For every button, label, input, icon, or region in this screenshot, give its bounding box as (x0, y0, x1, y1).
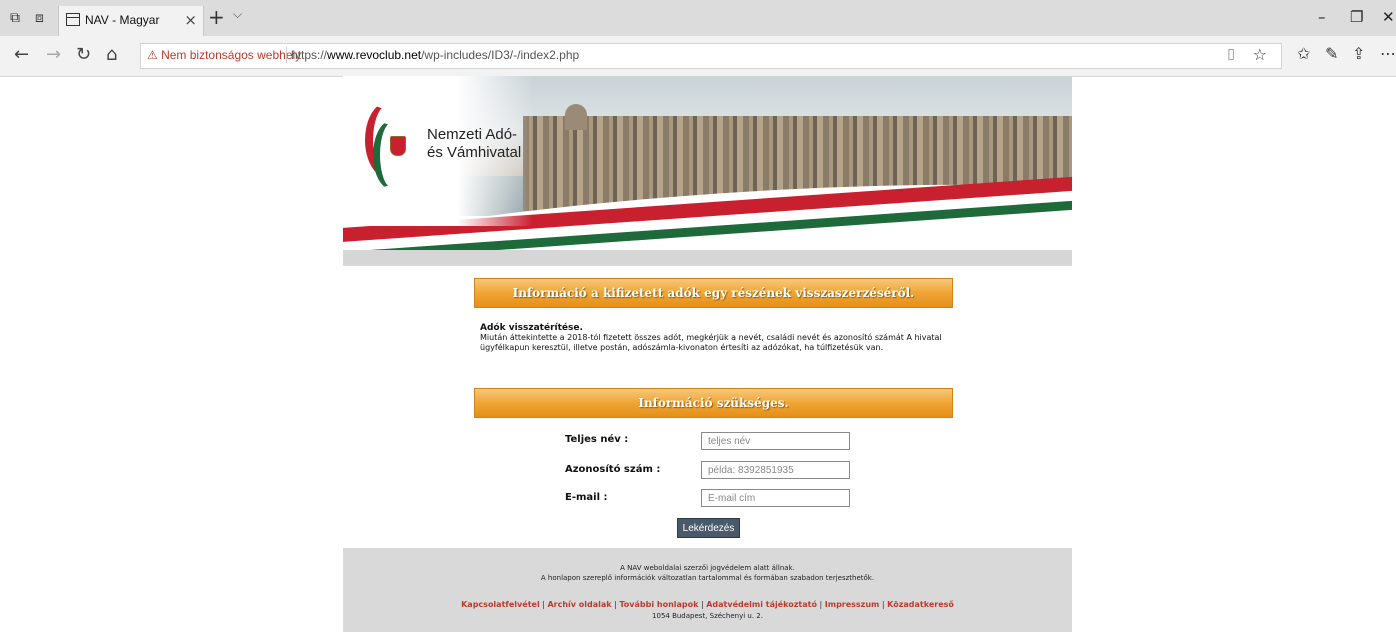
footer-link-privacy[interactable]: Adatvédelmi tájékoztató (706, 600, 817, 609)
page-icon (66, 13, 80, 26)
email-input[interactable] (701, 489, 850, 507)
parliament-dome (565, 104, 587, 130)
restore-icon[interactable]: ❐ (1350, 8, 1363, 26)
query-submit-button[interactable]: Lekérdezés (677, 518, 740, 538)
distribution-notice: A honlapon szereplő információk változat… (540, 574, 875, 582)
footer-link-contact[interactable]: Kapcsolatfelvétel (461, 600, 540, 609)
home-icon[interactable]: ⌂ (106, 45, 117, 65)
new-tab-button[interactable]: + (208, 5, 225, 29)
info-block: Adók visszatérítése. Miután áttekintette… (480, 323, 950, 353)
share-icon[interactable]: ⇪ (1352, 44, 1365, 63)
footer-links: Kapcsolatfelvétel | Archív oldalak | Tov… (461, 600, 954, 609)
security-warning[interactable]: ⚠ Nem biztonságos webhely (147, 48, 301, 62)
footer-link-public-data[interactable]: Közadatkereső (887, 600, 954, 609)
section-banner-required: Információ szükséges. (474, 388, 953, 418)
favorites-hub-icon[interactable]: ✩ (1297, 44, 1310, 63)
refresh-icon[interactable]: ↻ (76, 45, 91, 65)
tab-menu-chevron-icon[interactable]: ⌵ (233, 7, 242, 22)
coat-of-arms-icon (390, 136, 406, 156)
tab-bar: ⧉ ⧈ NAV - Magyar × + ⌵ – ❐ ✕ (0, 0, 1396, 36)
footer-link-imprint[interactable]: Impresszum (825, 600, 880, 609)
back-icon[interactable]: ← (14, 45, 29, 65)
agency-name: Nemzeti Adó- és Vámhivatal (427, 126, 522, 161)
full-name-input[interactable] (701, 432, 850, 450)
browser-tab[interactable]: NAV - Magyar × (58, 6, 204, 36)
tab-title: NAV - Magyar (85, 13, 160, 27)
pen-icon[interactable]: ✎ (1325, 44, 1338, 63)
section-banner-refund: Információ a kifizetett adók egy részéne… (474, 278, 953, 308)
info-heading: Adók visszatérítése. (480, 323, 583, 333)
address-bar: ← → ↻ ⌂ ⚠ Nem biztonságos webhely https:… (0, 36, 1396, 77)
full-name-label: Teljes név : (565, 434, 629, 445)
close-tab-icon[interactable]: × (184, 11, 197, 29)
url-field[interactable]: ⚠ Nem biztonságos webhely https://www.re… (140, 43, 1282, 69)
url-divider (286, 47, 287, 63)
footer-link-more-sites[interactable]: További honlapok (619, 600, 698, 609)
set-aside-tabs-icon[interactable]: ⧈ (35, 10, 44, 26)
window-close-icon[interactable]: ✕ (1382, 8, 1395, 26)
footer-address: 1054 Budapest, Széchenyi u. 2. (652, 612, 763, 620)
minimize-icon[interactable]: – (1318, 8, 1326, 26)
id-number-label: Azonosító szám : (565, 464, 661, 475)
email-label: E-mail : (565, 492, 608, 503)
header-banner: Nemzeti Adó- és Vámhivatal (343, 76, 1072, 250)
page-container: Nemzeti Adó- és Vámhivatal Információ a … (343, 76, 1072, 632)
favorite-star-icon[interactable]: ☆ (1253, 45, 1267, 64)
info-text: Miután áttekintette a 2018-tól fizetett … (480, 333, 942, 352)
reading-view-icon[interactable]: ▯ (1227, 46, 1235, 62)
tab-preview-icon[interactable]: ⧉ (10, 10, 20, 26)
footer-link-archive[interactable]: Archív oldalak (547, 600, 611, 609)
url-text[interactable]: https://www.revoclub.net/wp-includes/ID3… (291, 48, 579, 62)
forward-icon[interactable]: → (46, 45, 61, 65)
id-number-input[interactable] (701, 461, 850, 479)
copyright-notice: A NAV weboldalai szerzői jogvédelem alat… (620, 564, 795, 572)
banner-divider (343, 250, 1072, 266)
more-icon[interactable]: ⋯ (1380, 44, 1396, 63)
footer: A NAV weboldalai szerzői jogvédelem alat… (343, 548, 1072, 632)
